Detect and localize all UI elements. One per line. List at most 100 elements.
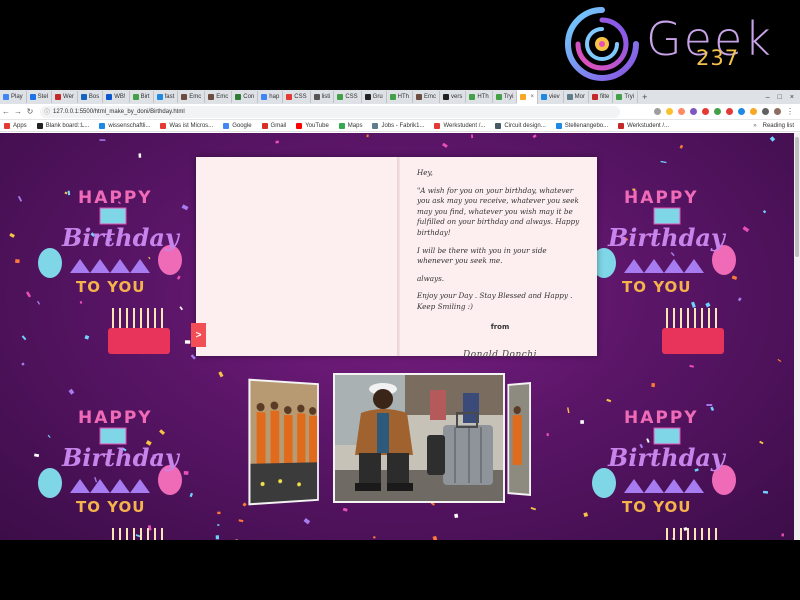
tab-label: CSS [345, 94, 358, 100]
bookmark-favicon-icon [261, 122, 268, 129]
address-bar[interactable]: ⓘ 127.0.0.1:5500/html_make_by_doni/Birth… [40, 105, 620, 118]
browser-tab[interactable]: Emc [413, 91, 441, 103]
puzzle-icon[interactable] [762, 108, 769, 115]
window-controls: – □ × [766, 94, 800, 101]
tab-close-icon[interactable]: × [530, 94, 534, 100]
photo-right-edge[interactable] [507, 381, 532, 497]
back-icon[interactable]: ← [0, 107, 12, 116]
minimize-icon[interactable]: – [766, 94, 770, 101]
browser-tab[interactable]: WB! [103, 91, 130, 103]
bookmark-label: Google [232, 122, 252, 129]
next-page-button[interactable]: > [191, 323, 206, 347]
bookmark-item[interactable]: Werkstudent /... [434, 122, 485, 129]
new-tab-button[interactable]: + [638, 92, 651, 102]
bookmark-item[interactable]: Google [223, 122, 252, 129]
profile-avatar-icon[interactable] [774, 108, 781, 115]
confetti-piece [303, 517, 311, 525]
confetti-piece [138, 153, 142, 158]
extension-icon[interactable] [714, 108, 721, 115]
browser-tab[interactable]: Emc [205, 91, 233, 103]
menu-icon[interactable]: ⋮ [786, 107, 794, 116]
bookmark-item[interactable]: Stellenangebo... [555, 122, 608, 129]
bookmark-label: Apps [13, 122, 27, 129]
bookmark-item[interactable]: Gmail [261, 122, 286, 129]
star-icon[interactable] [666, 108, 673, 115]
browser-tab[interactable]: listi [311, 91, 335, 103]
tab-favicon-icon [29, 94, 36, 100]
browser-tab[interactable]: Play [0, 91, 27, 103]
confetti-piece [342, 507, 348, 512]
more-bookmarks-icon[interactable]: » [753, 123, 756, 129]
tab-favicon-icon [592, 94, 599, 100]
browser-tab[interactable]: HTh [387, 91, 414, 103]
bookmark-item[interactable]: Blank board::L... [36, 122, 89, 129]
browser-tab[interactable]: Wer [52, 91, 78, 103]
tab-label: CSS [294, 94, 307, 100]
confetti-piece [373, 536, 376, 539]
tab-favicon-icon [208, 94, 215, 100]
browser-tab[interactable]: Tryi [493, 91, 518, 103]
browser-tab[interactable]: Stel [27, 91, 53, 103]
bookmark-item[interactable]: Maps [338, 122, 362, 129]
browser-tab[interactable]: Bos [78, 91, 104, 103]
extension-icon[interactable] [726, 108, 733, 115]
extension-icon[interactable] [678, 108, 685, 115]
bookmark-item[interactable]: YouTube [296, 122, 329, 129]
bookmark-item[interactable]: Was ist Micros... [160, 122, 214, 129]
tab-label: Con [243, 94, 255, 100]
extension-icon[interactable] [750, 108, 757, 115]
close-icon[interactable]: × [790, 94, 794, 101]
tab-favicon-icon [55, 94, 62, 100]
birthday-card: Hey, "A wish for you on your birthday, w… [196, 157, 597, 360]
banner-birthday: Birthday [62, 223, 179, 252]
tab-label: hap [269, 94, 280, 100]
tab-favicon-icon [80, 94, 87, 100]
browser-tab[interactable]: Mor [564, 91, 590, 103]
extension-icon[interactable] [702, 108, 709, 115]
tab-favicon-icon [416, 94, 423, 100]
vertical-scrollbar[interactable] [794, 133, 800, 540]
bookmark-item[interactable]: Jobs - Fabrik1... [372, 122, 424, 129]
browser-tab[interactable]: vers [440, 91, 467, 103]
card-right-page: Hey, "A wish for you on your birthday, w… [400, 157, 597, 360]
card-paragraph-enjoy: Enjoy your Day . Stay Blessed and Happy … [417, 291, 573, 311]
forward-icon[interactable]: → [12, 107, 24, 116]
reading-list[interactable]: Reading list [763, 123, 794, 129]
banner-to-you: TO YOU [76, 278, 146, 296]
geek237-logo: Geek 237 [562, 2, 800, 88]
browser-tab[interactable]: Gru [362, 91, 387, 103]
browser-tab[interactable]: Tryi [613, 91, 639, 103]
browser-tab[interactable]: CSS [283, 91, 311, 103]
bookmark-favicon-icon [223, 122, 230, 129]
bookmark-item[interactable]: wissenschaftli... [99, 122, 150, 129]
birthday-page: HAPPY Birthday TO YOU HAPPY Birthday TO … [0, 133, 800, 540]
browser-tab[interactable]: HTh [466, 91, 493, 103]
browser-tab[interactable]: hap [258, 91, 284, 103]
photo-left[interactable] [248, 378, 319, 506]
banner-tile-top-right: HAPPY Birthday TO YOU [574, 168, 774, 373]
browser-tab[interactable]: Con [232, 91, 259, 103]
bookmark-favicon-icon [495, 122, 502, 129]
maximize-icon[interactable]: □ [778, 94, 782, 101]
tab-label: Tryi [624, 94, 635, 100]
extension-icon[interactable] [690, 108, 697, 115]
bookmark-item[interactable]: Circuit design... [495, 122, 546, 129]
browser-tab[interactable]: Birt [130, 91, 154, 103]
photo-center[interactable] [333, 373, 505, 503]
share-icon[interactable] [654, 108, 661, 115]
browser-tab[interactable]: filte [589, 91, 614, 103]
browser-tab[interactable]: × [517, 90, 538, 104]
banner-to-you: TO YOU [76, 498, 146, 516]
bookmark-label: Was ist Micros... [169, 122, 214, 129]
bookmark-item[interactable]: Apps [4, 122, 27, 129]
scrollbar-thumb[interactable] [795, 137, 799, 257]
browser-tab[interactable]: viev [538, 91, 564, 103]
info-icon[interactable]: ⓘ [44, 107, 50, 116]
bookmark-item[interactable]: Werkstudent /... [618, 122, 669, 129]
browser-tab[interactable]: Emc [178, 91, 206, 103]
reload-icon[interactable]: ↻ [24, 107, 36, 116]
browser-tab[interactable]: fast [154, 91, 179, 103]
browser-tab[interactable]: CSS [334, 91, 362, 103]
extension-icon[interactable] [738, 108, 745, 115]
tab-favicon-icon [106, 94, 113, 100]
